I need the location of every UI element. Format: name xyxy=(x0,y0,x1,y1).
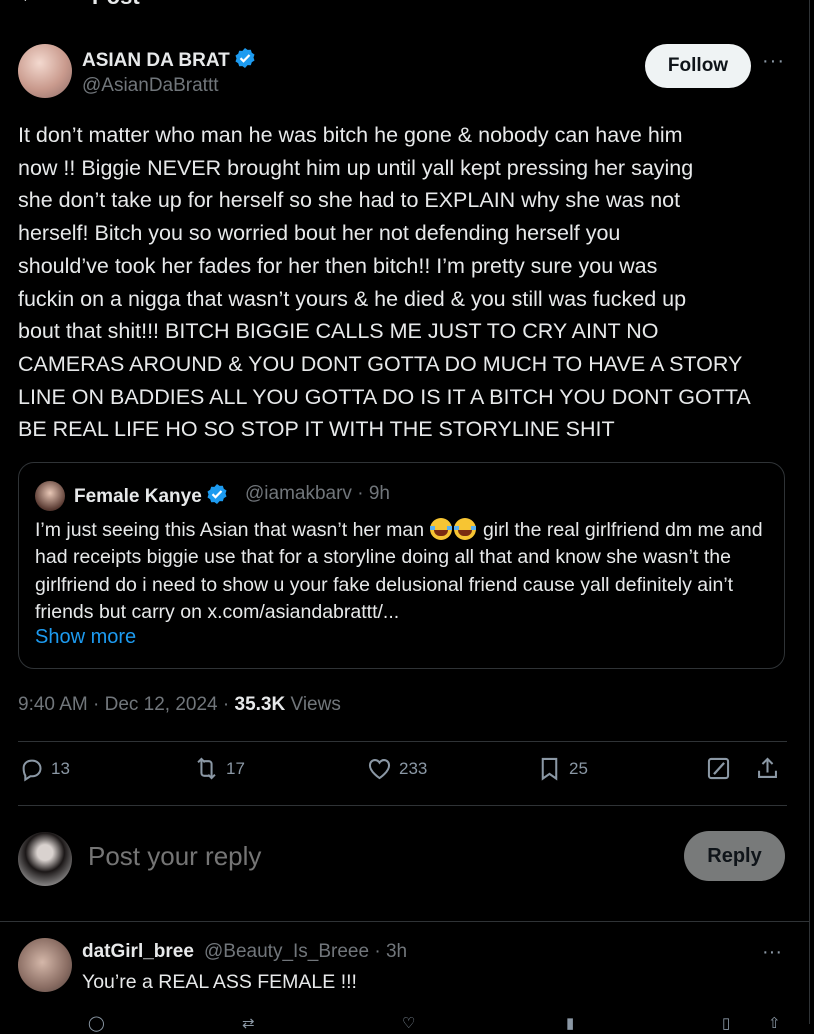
author-name-text[interactable]: ASIAN DA BRAT xyxy=(82,50,230,71)
grok-action[interactable] xyxy=(705,755,732,782)
post-header: ASIAN DA BRAT @AsianDaBrattt Follow ··· xyxy=(18,44,788,100)
repost-action[interactable]: 17 xyxy=(193,755,245,782)
bookmark-action[interactable]: 25 xyxy=(536,755,588,782)
share-icon[interactable]: ⇧ xyxy=(768,1014,781,1032)
reply-action-bar: ◯ ⇄ ♡ ▮ ▯ ⇧ xyxy=(82,1014,782,1034)
page-title: Post xyxy=(92,0,140,10)
views-count: 35.3K xyxy=(234,694,286,715)
arrow-left-icon[interactable]: ← xyxy=(18,0,40,8)
share-icon xyxy=(758,757,777,778)
show-more-link[interactable]: Show more xyxy=(35,626,136,649)
quoted-post[interactable]: Female Kanye @iamakbarv · 9h I’m just se… xyxy=(18,462,785,669)
reply-post[interactable]: datGirl_bree @Beauty_Is_Breee · 3h ··· Y… xyxy=(18,938,788,1032)
quoted-avatar[interactable] xyxy=(35,481,65,511)
avatar[interactable] xyxy=(18,938,72,992)
bookmark-icon[interactable]: ▯ xyxy=(722,1014,730,1032)
reply-action[interactable]: 13 xyxy=(18,755,70,782)
reply-input[interactable] xyxy=(86,840,590,873)
reply-handle-time: @Beauty_Is_Breee · 3h xyxy=(204,941,408,962)
quoted-author-name[interactable]: Female Kanye xyxy=(74,486,202,507)
reply-count: 13 xyxy=(51,758,70,778)
post-meta: 9:40 AM · Dec 12, 2024 · 35.3K Views xyxy=(18,694,341,716)
top-bar: ← Post xyxy=(0,0,810,9)
reply-author-name[interactable]: datGirl_bree xyxy=(82,941,194,963)
reply-text: You’re a REAL ASS FEMALE !!! xyxy=(82,971,357,993)
views-label: Views xyxy=(285,694,341,715)
action-bar: 13 17 233 25 xyxy=(18,755,787,795)
reply-composer: Reply xyxy=(18,828,788,888)
bookmark-icon xyxy=(541,757,558,781)
quoted-handle-time: @iamakbarv · 9h xyxy=(245,483,390,504)
reply-button[interactable]: Reply xyxy=(684,831,785,881)
timestamp[interactable]: 9:40 AM · Dec 12, 2024 · xyxy=(18,694,235,715)
heart-icon xyxy=(368,759,391,780)
more-options-icon[interactable]: ··· xyxy=(762,941,782,964)
heart-icon[interactable]: ♡ xyxy=(402,1014,415,1032)
repost-icon[interactable]: ⇄ xyxy=(242,1014,255,1032)
verified-badge-icon xyxy=(207,484,227,504)
avatar[interactable] xyxy=(18,44,72,98)
reply-icon[interactable]: ◯ xyxy=(88,1014,105,1032)
repost-icon xyxy=(197,757,216,780)
quoted-text-part1: I’m just seeing this Asian that wasn’t h… xyxy=(35,519,430,541)
divider xyxy=(18,741,787,742)
reply-icon xyxy=(22,759,42,782)
like-count: 233 xyxy=(399,758,428,778)
repost-count: 17 xyxy=(226,758,245,778)
avatar[interactable] xyxy=(18,832,72,886)
grok-icon xyxy=(707,757,730,780)
more-options-icon[interactable]: ··· xyxy=(762,50,785,73)
author-handle[interactable]: @AsianDaBrattt xyxy=(82,75,219,97)
quoted-text: I’m just seeing this Asian that wasn’t h… xyxy=(35,517,775,626)
quoted-author[interactable]: Female Kanye xyxy=(74,483,228,508)
like-action[interactable]: 233 xyxy=(366,755,427,782)
bookmark-count: 25 xyxy=(569,758,588,778)
divider xyxy=(0,921,810,922)
divider xyxy=(18,805,787,806)
laughing-tears-emoji-icon xyxy=(429,518,452,540)
laughing-tears-emoji-icon xyxy=(453,518,476,540)
views-icon[interactable]: ▮ xyxy=(566,1014,574,1032)
author-name[interactable]: ASIAN DA BRAT xyxy=(82,47,256,72)
post-text: It don’t matter who man he was bitch he … xyxy=(18,123,751,442)
column-border xyxy=(809,0,810,1024)
verified-badge-icon xyxy=(235,48,255,68)
share-action[interactable] xyxy=(754,755,781,782)
follow-button[interactable]: Follow xyxy=(645,44,751,88)
